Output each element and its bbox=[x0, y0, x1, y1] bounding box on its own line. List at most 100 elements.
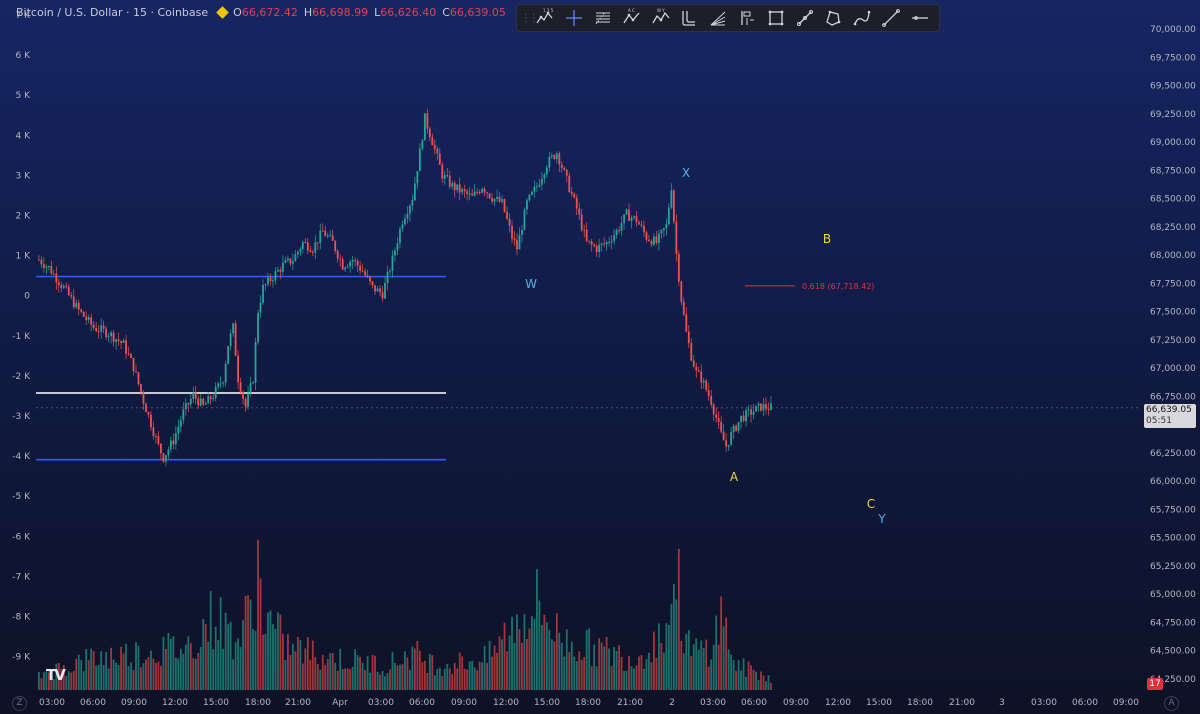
candle-body[interactable] bbox=[645, 232, 648, 240]
candle-body[interactable] bbox=[199, 398, 202, 406]
candle-body[interactable] bbox=[147, 412, 150, 415]
candle-body[interactable] bbox=[284, 260, 287, 263]
candle-body[interactable] bbox=[585, 229, 588, 241]
candle-body[interactable] bbox=[279, 269, 282, 272]
candle-body[interactable] bbox=[90, 317, 93, 325]
candle-body[interactable] bbox=[638, 222, 640, 225]
candle-body[interactable] bbox=[421, 140, 424, 149]
candle-body[interactable] bbox=[38, 259, 40, 261]
candle-body[interactable] bbox=[745, 410, 747, 422]
candle-body[interactable] bbox=[45, 266, 48, 268]
candle-body[interactable] bbox=[339, 258, 342, 260]
candle-body[interactable] bbox=[269, 277, 272, 282]
candle-body[interactable] bbox=[316, 242, 319, 244]
candle-body[interactable] bbox=[217, 383, 220, 387]
candle-body[interactable] bbox=[478, 192, 481, 194]
candle-body[interactable] bbox=[262, 284, 264, 303]
candle-body[interactable] bbox=[391, 255, 394, 271]
candle-body[interactable] bbox=[304, 241, 307, 243]
candle-body[interactable] bbox=[670, 190, 673, 208]
candle-body[interactable] bbox=[222, 382, 225, 384]
candle-body[interactable] bbox=[483, 188, 486, 193]
candle-body[interactable] bbox=[207, 396, 210, 404]
symbol-legend[interactable]: Bitcoin / U.S. Dollar · 15 · Coinbase O6… bbox=[16, 6, 512, 19]
candle-body[interactable] bbox=[229, 333, 232, 347]
candle-body[interactable] bbox=[687, 331, 690, 344]
candle-body[interactable] bbox=[282, 262, 284, 272]
candle-body[interactable] bbox=[615, 230, 618, 236]
candle-body[interactable] bbox=[436, 148, 439, 154]
candle-body[interactable] bbox=[438, 153, 441, 165]
candle-body[interactable] bbox=[346, 266, 349, 268]
candle-body[interactable] bbox=[516, 240, 518, 250]
candle-body[interactable] bbox=[416, 171, 419, 184]
candle-body[interactable] bbox=[324, 230, 327, 237]
candle-body[interactable] bbox=[177, 426, 180, 434]
candle-body[interactable] bbox=[187, 402, 190, 405]
candle-body[interactable] bbox=[715, 414, 718, 419]
candle-body[interactable] bbox=[722, 431, 725, 441]
candle-body[interactable] bbox=[349, 261, 352, 267]
candle-body[interactable] bbox=[334, 240, 337, 251]
flag-icon[interactable] bbox=[216, 6, 230, 19]
candle-body[interactable] bbox=[468, 193, 471, 195]
candle-body[interactable] bbox=[533, 186, 536, 192]
candle-body[interactable] bbox=[697, 370, 700, 372]
candle-body[interactable] bbox=[202, 398, 205, 405]
candle-body[interactable] bbox=[702, 380, 705, 383]
candle-body[interactable] bbox=[623, 214, 625, 224]
candle-body[interactable] bbox=[588, 240, 591, 242]
candle-body[interactable] bbox=[125, 340, 127, 354]
candle-body[interactable] bbox=[257, 312, 259, 343]
candle-body[interactable] bbox=[428, 128, 431, 138]
candle-body[interactable] bbox=[680, 281, 683, 302]
candle-body[interactable] bbox=[72, 296, 75, 308]
candle-body[interactable] bbox=[448, 175, 451, 187]
candle-body[interactable] bbox=[287, 258, 289, 261]
candle-body[interactable] bbox=[720, 421, 723, 432]
candle-body[interactable] bbox=[707, 390, 710, 397]
candle-body[interactable] bbox=[60, 284, 63, 288]
candle-body[interactable] bbox=[635, 216, 638, 223]
candle-body[interactable] bbox=[466, 191, 469, 195]
candle-body[interactable] bbox=[690, 343, 693, 361]
candle-body[interactable] bbox=[254, 342, 257, 383]
candle-body[interactable] bbox=[580, 214, 583, 230]
candle-body[interactable] bbox=[613, 235, 615, 242]
candle-body[interactable] bbox=[752, 411, 755, 415]
candle-body[interactable] bbox=[755, 405, 757, 412]
candle-body[interactable] bbox=[563, 167, 566, 170]
candle-body[interactable] bbox=[481, 188, 484, 193]
candle-body[interactable] bbox=[384, 283, 386, 299]
candle-body[interactable] bbox=[531, 191, 533, 195]
candle-body[interactable] bbox=[603, 243, 606, 245]
candle-body[interactable] bbox=[57, 282, 60, 285]
candle-body[interactable] bbox=[344, 267, 347, 270]
candle-body[interactable] bbox=[528, 194, 531, 201]
candle-body[interactable] bbox=[491, 197, 493, 202]
candle-body[interactable] bbox=[737, 421, 740, 431]
chart-svg[interactable]: 70,000.00 69,750.00 69,500.00 69,250.00 69,0… bbox=[0, 0, 1200, 714]
candle-body[interactable] bbox=[219, 383, 222, 385]
candle-body[interactable] bbox=[394, 250, 396, 256]
candle-body[interactable] bbox=[418, 148, 421, 172]
timezone-toggle[interactable]: Z bbox=[12, 696, 27, 711]
candle-body[interactable] bbox=[75, 302, 78, 308]
candle-body[interactable] bbox=[364, 271, 366, 276]
candle-body[interactable] bbox=[277, 269, 279, 272]
candle-body[interactable] bbox=[194, 392, 197, 399]
candle-body[interactable] bbox=[399, 229, 401, 244]
candle-body[interactable] bbox=[655, 236, 658, 243]
candle-body[interactable] bbox=[767, 408, 770, 410]
candle-body[interactable] bbox=[92, 324, 95, 328]
candle-body[interactable] bbox=[431, 137, 434, 146]
drag-handle-icon[interactable]: ⋮⋮ bbox=[521, 13, 539, 24]
candle-body[interactable] bbox=[575, 197, 578, 209]
candle-body[interactable] bbox=[700, 371, 703, 383]
candle-body[interactable] bbox=[309, 250, 312, 252]
candle-body[interactable] bbox=[182, 409, 185, 421]
candle-body[interactable] bbox=[145, 403, 147, 413]
candle-body[interactable] bbox=[740, 415, 742, 422]
candle-body[interactable] bbox=[660, 229, 663, 234]
candle-body[interactable] bbox=[523, 209, 526, 230]
